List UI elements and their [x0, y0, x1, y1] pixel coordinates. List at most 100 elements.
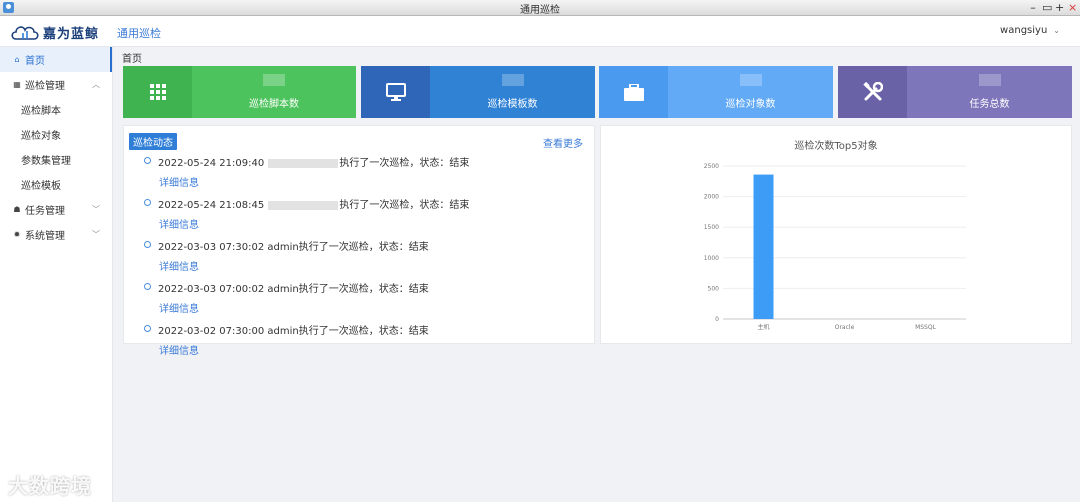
y-tick-label: 2000 — [704, 194, 719, 201]
sidebar-item-inspection-management[interactable]: ▦ 巡检管理 ︿ — [0, 72, 112, 97]
timeline-message: 执行了一次巡检，状态：结束 — [298, 326, 429, 337]
sidebar-item-home[interactable]: ⌂ 首页 — [0, 47, 112, 72]
stat-label: 巡检脚本数 — [249, 99, 299, 110]
chevron-down-icon: ﹀ — [92, 205, 100, 214]
stat-value-redacted — [739, 74, 762, 86]
sidebar-item-inspection-scripts[interactable]: 巡检脚本 — [0, 97, 112, 122]
stat-label: 任务总数 — [969, 99, 1010, 110]
watermark-text: 大数跨境 — [8, 474, 92, 498]
timeline-item: 2022-03-02 07:30:00 admin执行了一次巡检，状态：结束 详细… — [144, 322, 584, 364]
activity-tag: 巡检动态 — [129, 133, 177, 150]
y-tick-label: 1000 — [704, 255, 719, 262]
sidebar-item-label: 巡检模板 — [21, 181, 61, 192]
detail-link[interactable]: 详细信息 — [159, 342, 584, 357]
timeline-user: admin — [267, 326, 299, 337]
window-titlebar: 通用巡检 – ▭ + × — [0, 0, 1080, 16]
x-tick-label: 主机 — [757, 323, 769, 331]
timeline-dot-icon — [144, 157, 151, 164]
sidebar-item-parameter-sets[interactable]: 参数集管理 — [0, 147, 112, 172]
stat-card-tasks[interactable]: 任务总数 — [838, 66, 1072, 118]
detail-link[interactable]: 详细信息 — [159, 216, 584, 231]
timeline-item: 2022-05-24 21:09:40 执行了一次巡检，状态：结束详细信息 — [144, 154, 584, 196]
timeline-time: 2022-03-03 07:30:02 — [158, 242, 265, 253]
redacted-user — [268, 200, 339, 210]
sidebar: ⌂ 首页 ▦ 巡检管理 ︿ 巡检脚本 巡检对象 参数集管理 巡检模板 ☗ 任务管… — [0, 47, 113, 502]
timeline-user: admin — [267, 284, 299, 295]
stat-icon-box — [599, 66, 668, 118]
stat-icon-box — [361, 66, 430, 118]
x-tick-label: MSSQL — [915, 324, 937, 331]
timeline-time: 2022-05-24 21:09:40 — [158, 158, 265, 169]
minimize-button[interactable]: – — [1029, 1, 1037, 15]
stat-body: 任务总数 — [907, 66, 1072, 118]
sidebar-item-system-management[interactable]: ✹ 系统管理 ﹀ — [0, 222, 112, 247]
detail-link[interactable]: 详细信息 — [159, 174, 584, 189]
x-tick-label: Oracle — [835, 324, 855, 331]
apps-grid-icon — [149, 84, 166, 100]
stat-card-objects[interactable]: 巡检对象数 — [599, 66, 833, 118]
stat-value-redacted — [263, 74, 285, 86]
timeline-time: 2022-03-02 07:30:00 — [158, 326, 265, 337]
view-more-link[interactable]: 查看更多 — [543, 135, 583, 150]
activity-panel: 巡检动态 查看更多 2022-05-24 21:09:40 执行了一次巡检，状态… — [123, 125, 595, 357]
timeline-text: 2022-05-24 21:08:45 执行了一次巡检，状态：结束 — [158, 196, 584, 211]
stat-icon-box — [123, 66, 192, 118]
timeline-text: 2022-03-03 07:30:02 admin执行了一次巡检，状态：结束 — [158, 238, 584, 253]
sidebar-item-label: 巡检管理 — [25, 81, 65, 92]
y-tick-label: 2500 — [704, 163, 719, 170]
briefcase-icon — [623, 83, 644, 101]
redacted-user — [268, 158, 339, 168]
timeline-dot-icon — [144, 241, 151, 248]
sidebar-item-label: 首页 — [25, 56, 45, 67]
restore-button[interactable]: ▭ — [1042, 1, 1052, 15]
timeline-dot-icon — [144, 199, 151, 206]
username: wangsiyu — [1000, 25, 1048, 36]
stat-icon-box — [838, 66, 907, 118]
window-controls: – ▭ + × — [1029, 0, 1077, 16]
chevron-up-icon: ︿ — [92, 80, 100, 89]
timeline-item: 2022-03-03 07:30:02 admin执行了一次巡检，状态：结束 详细… — [144, 238, 584, 280]
chevron-down-icon: ﹀ — [92, 230, 100, 239]
gear-icon: ✹ — [13, 230, 21, 239]
window-title: 通用巡检 — [520, 5, 560, 16]
stat-body: 巡检模板数 — [430, 66, 595, 118]
sidebar-item-label: 巡检脚本 — [21, 106, 61, 117]
timeline-text: 2022-03-02 07:30:00 admin执行了一次巡检，状态：结束 — [158, 322, 584, 337]
home-icon: ⌂ — [14, 55, 20, 64]
app-title[interactable]: 通用巡检 — [117, 25, 161, 41]
stat-card-templates[interactable]: 巡检模板数 — [361, 66, 595, 118]
stat-value-redacted — [501, 74, 524, 86]
detail-link[interactable]: 详细信息 — [159, 300, 584, 315]
breadcrumb: 首页 — [122, 54, 142, 65]
sidebar-item-task-management[interactable]: ☗ 任务管理 ﹀ — [0, 197, 112, 222]
stat-label: 巡检模板数 — [487, 99, 538, 110]
bar[interactable] — [753, 174, 774, 319]
grid-icon: ▦ — [13, 80, 21, 89]
stat-label: 巡检对象数 — [725, 99, 776, 110]
detail-link[interactable]: 详细信息 — [159, 258, 584, 273]
timeline-item: 2022-03-03 07:00:02 admin执行了一次巡检，状态：结束 详细… — [144, 280, 584, 322]
sidebar-item-inspection-templates[interactable]: 巡检模板 — [0, 172, 112, 197]
sidebar-item-label: 系统管理 — [25, 231, 65, 242]
y-tick-label: 1500 — [704, 224, 719, 231]
timeline-dot-icon — [144, 325, 151, 332]
maximize-button[interactable]: + — [1055, 1, 1064, 15]
sidebar-item-inspection-objects[interactable]: 巡检对象 — [0, 122, 112, 147]
timeline-message: 执行了一次巡检，状态：结束 — [339, 158, 470, 169]
app-header: 嘉为蓝鲸 通用巡检 wangsiyu ⌄ — [0, 16, 1080, 47]
brand-logo[interactable]: 嘉为蓝鲸 — [10, 22, 99, 42]
activity-timeline: 2022-05-24 21:09:40 执行了一次巡检，状态：结束 详细信息 202… — [144, 154, 584, 364]
timeline-text: 2022-03-03 07:00:02 admin执行了一次巡检，状态：结束 — [158, 280, 584, 295]
stat-card-scripts[interactable]: 巡检脚本数 — [123, 66, 356, 118]
timeline-message: 执行了一次巡检，状态：结束 — [339, 200, 470, 211]
y-tick-label: 0 — [715, 316, 719, 323]
sidebar-item-label: 巡检对象 — [21, 131, 61, 142]
chevron-down-icon: ⌄ — [1053, 26, 1060, 35]
user-menu[interactable]: wangsiyu ⌄ — [1000, 25, 1060, 36]
close-button[interactable]: × — [1068, 1, 1077, 15]
timeline-message: 执行了一次巡检，状态：结束 — [298, 284, 429, 295]
timeline-user: admin — [267, 242, 299, 253]
tools-icon — [862, 82, 883, 101]
y-tick-label: 500 — [708, 285, 720, 292]
house-icon: ☗ — [13, 205, 21, 214]
